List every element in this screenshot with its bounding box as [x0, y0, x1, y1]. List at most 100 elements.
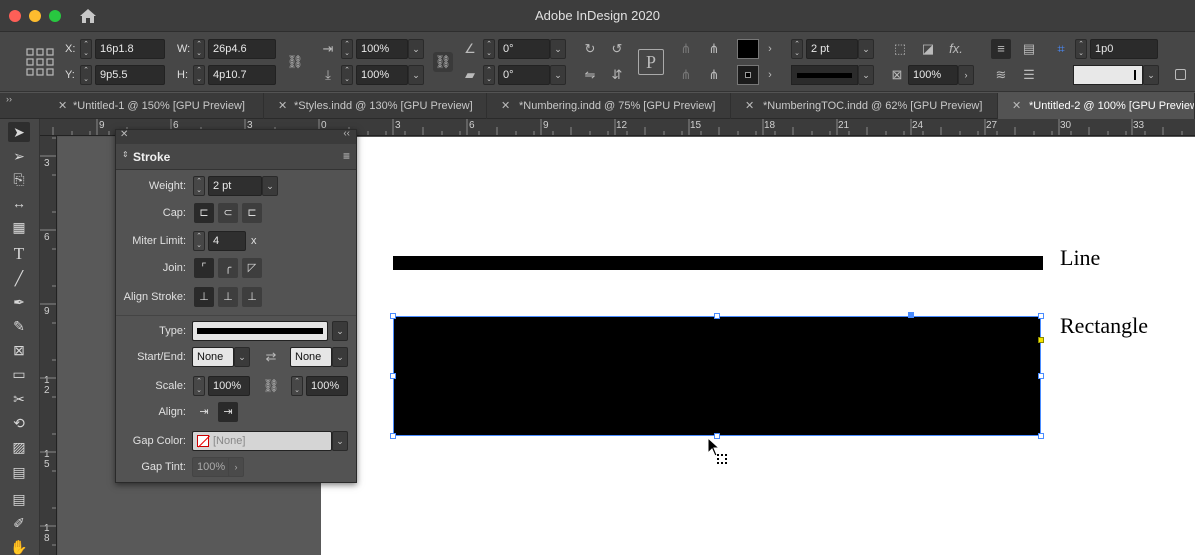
hand-tool-icon[interactable]: ✋ [8, 537, 30, 555]
rotate-dropdown[interactable]: ⌄ [550, 39, 566, 59]
gradient-swatch-tool-icon[interactable]: ▨ [8, 437, 30, 457]
stroke-swatch-menu-icon[interactable]: › [760, 65, 780, 85]
content-collector-tool-icon[interactable]: ▦ [8, 217, 30, 237]
scale-x-dropdown[interactable]: ⌄ [408, 39, 424, 59]
x-stepper[interactable]: ⌃ ⌄ [80, 39, 92, 59]
scale-y-field[interactable]: 100% [356, 65, 408, 85]
h-field[interactable]: 4p10.7 [208, 65, 276, 85]
butt-cap-icon[interactable]: ⊏ [194, 203, 214, 223]
x-field[interactable]: 16p1.8 [95, 39, 165, 59]
rectangle-tool-icon[interactable]: ▭ [8, 364, 30, 384]
align-stroke-center-icon[interactable]: ⊥ [194, 287, 214, 307]
panel-titlebar[interactable]: ✕ ‹‹ [116, 128, 356, 144]
close-tab-icon[interactable]: ✕ [58, 93, 67, 119]
scale-end-stepper[interactable]: ⌃ ⌄ [291, 376, 303, 396]
pencil-tool-icon[interactable]: ✎ [8, 316, 30, 336]
align-stroke-outside-icon[interactable]: ⊥ [242, 287, 262, 307]
stroke-type-dropdown[interactable]: ⌄ [332, 321, 348, 341]
constrain-scale-icon[interactable]: ⛓ [433, 52, 453, 72]
note-tool-icon[interactable]: ▤ [8, 489, 30, 509]
w-field[interactable]: 26p4.6 [208, 39, 276, 59]
arrow-tip-at-path-end-icon[interactable]: ⇥ [218, 402, 238, 422]
weight-dropdown[interactable]: ⌄ [262, 176, 278, 196]
miter-join-icon[interactable]: ⌜ [194, 258, 214, 278]
rotate-counterclockwise-icon[interactable]: ↺ [607, 39, 627, 59]
live-corner-handle[interactable] [1038, 337, 1044, 343]
scale-x-field[interactable]: 100% [356, 39, 408, 59]
scale-x-stepper[interactable]: ⌃ ⌄ [341, 39, 353, 59]
miter-limit-stepper[interactable]: ⌃ ⌄ [193, 231, 205, 251]
line-tool-icon[interactable]: ╱ [8, 268, 30, 288]
close-tab-icon[interactable]: ✕ [501, 93, 510, 119]
selection-tool-icon[interactable]: ➤ [8, 122, 30, 142]
document-tab-active[interactable]: ✕ *Untitled-2 @ 100% [GPU Preview] [998, 93, 1195, 119]
selection-handle[interactable] [390, 313, 396, 319]
stroke-weight-dropdown[interactable]: ⌄ [858, 39, 874, 59]
weight-stepper[interactable]: ⌃ ⌄ [193, 176, 205, 196]
corner-size-stepper[interactable]: ⌃ ⌄ [1075, 39, 1087, 59]
auto-fit-checkbox[interactable] [1175, 69, 1186, 80]
document-tab[interactable]: ✕ *Untitled-1 @ 150% [GPU Preview] [56, 93, 264, 119]
selection-handle[interactable] [390, 373, 396, 379]
stroke-type-select[interactable] [791, 65, 858, 85]
line-object[interactable] [393, 256, 1043, 270]
close-tab-icon[interactable]: ✕ [1012, 93, 1021, 119]
fill-swatch[interactable] [737, 39, 759, 59]
text-wrap-shape-icon[interactable]: ≋ [991, 65, 1011, 85]
swap-arrowheads-icon[interactable]: ⇄ [261, 347, 281, 367]
end-arrowhead-field[interactable]: None [290, 347, 332, 367]
gap-tool-icon[interactable]: ↔ [8, 193, 30, 213]
selection-handle[interactable] [714, 313, 720, 319]
corner-shape-dropdown[interactable]: ⌄ [1143, 65, 1159, 85]
gap-tint-dropdown[interactable]: › [228, 457, 244, 477]
selection-handle[interactable] [1038, 313, 1044, 319]
line-text-label[interactable]: Line [1060, 245, 1100, 271]
opacity-field[interactable]: 100% [908, 65, 958, 85]
select-previous-object-icon[interactable]: ⋔ [704, 39, 724, 59]
select-next-object-icon[interactable]: ⋔ [704, 65, 724, 85]
y-field[interactable]: 9p5.5 [95, 65, 165, 85]
selection-handle[interactable] [1038, 373, 1044, 379]
shear-stepper[interactable]: ⌃ ⌄ [483, 65, 495, 85]
stroke-type-field[interactable] [192, 321, 328, 341]
w-stepper[interactable]: ⌃ ⌄ [193, 39, 205, 59]
gradient-feather-tool-icon[interactable]: ▤ [8, 462, 30, 482]
round-join-icon[interactable]: ╭ [218, 258, 238, 278]
text-wrap-bounding-box-icon[interactable]: ▤ [1019, 39, 1039, 59]
gap-tint-field[interactable]: 100% [192, 457, 230, 477]
projecting-cap-icon[interactable]: ⊏ [242, 203, 262, 223]
rotate-field[interactable]: 0° [498, 39, 550, 59]
select-container-icon[interactable]: ⋔ [676, 39, 696, 59]
shear-dropdown[interactable]: ⌄ [550, 65, 566, 85]
close-tab-icon[interactable]: ✕ [278, 93, 287, 119]
eyedropper-tool-icon[interactable]: ✐ [8, 513, 30, 533]
y-stepper[interactable]: ⌃ ⌄ [80, 65, 92, 85]
text-wrap-none-icon[interactable]: ≡ [991, 39, 1011, 59]
effects-fx-icon[interactable]: fx. [946, 39, 966, 59]
scale-end-field[interactable]: 100% [306, 376, 348, 396]
flip-horizontal-icon[interactable]: ⇋ [580, 65, 600, 85]
document-tab[interactable]: ✕ *NumberingTOC.indd @ 62% [GPU Preview] [731, 93, 998, 119]
vertical-ruler[interactable]: 3 6 9 1 2 1 5 1 8 [40, 136, 57, 555]
content-grabber-handle[interactable] [908, 312, 914, 318]
rectangle-text-label[interactable]: Rectangle [1060, 313, 1148, 339]
start-arrowhead-field[interactable]: None [192, 347, 234, 367]
stroke-weight-field[interactable]: 2 pt [806, 39, 858, 59]
stroke-type-dropdown[interactable]: ⌄ [858, 65, 874, 85]
rotate-clockwise-icon[interactable]: ↻ [580, 39, 600, 59]
type-tool-icon[interactable]: T [8, 244, 30, 264]
end-arrowhead-dropdown[interactable]: ⌄ [332, 347, 348, 367]
free-transform-tool-icon[interactable]: ⟲ [8, 413, 30, 433]
weight-field[interactable]: 2 pt [208, 176, 262, 196]
scale-y-dropdown[interactable]: ⌄ [408, 65, 424, 85]
text-wrap-jump-icon[interactable]: ☰ [1019, 65, 1039, 85]
document-tab[interactable]: ✕ *Styles.indd @ 130% [GPU Preview] [264, 93, 487, 119]
flip-vertical-icon[interactable]: ⇵ [607, 65, 627, 85]
stroke-swatch[interactable] [737, 65, 759, 85]
scale-start-field[interactable]: 100% [208, 376, 250, 396]
stroke-weight-stepper[interactable]: ⌃ ⌄ [791, 39, 803, 59]
round-cap-icon[interactable]: ⊂ [218, 203, 238, 223]
fill-swatch-menu-icon[interactable]: › [760, 39, 780, 59]
document-tab[interactable]: ✕ *Numbering.indd @ 75% [GPU Preview] [487, 93, 731, 119]
close-tab-icon[interactable]: ✕ [745, 93, 754, 119]
